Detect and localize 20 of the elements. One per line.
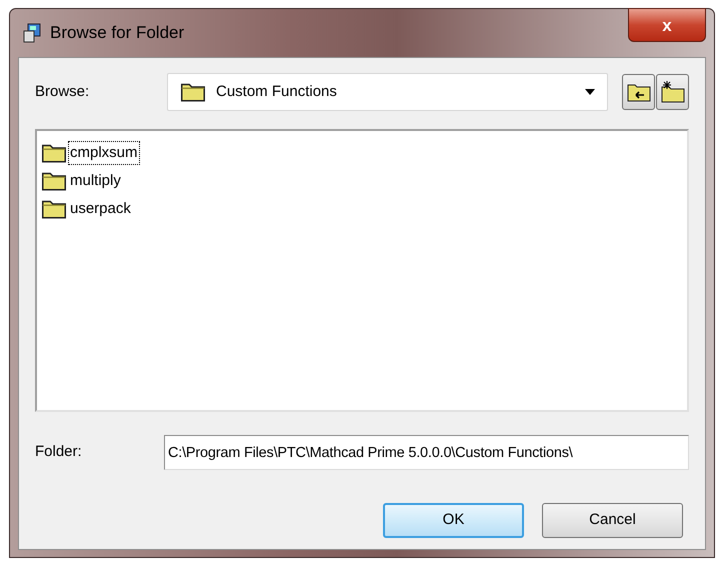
folder-item[interactable]: multiply <box>41 167 687 195</box>
folder-icon <box>41 143 67 163</box>
folder-icon <box>41 171 67 191</box>
folder-label: Folder: <box>35 442 83 462</box>
close-button[interactable]: x <box>628 8 706 42</box>
folder-field[interactable]: C:\Program Files\PTC\Mathcad Prime 5.0.0.0\Custom Functions\ <box>164 435 689 470</box>
folder-item[interactable]: cmplxsum <box>41 139 687 167</box>
cancel-button[interactable]: Cancel <box>542 503 683 538</box>
up-folder-icon <box>626 82 650 102</box>
up-folder-button[interactable] <box>622 74 655 110</box>
dropdown-arrow-icon <box>585 89 595 95</box>
browse-label: Browse: <box>35 82 90 102</box>
folder-icon <box>180 82 206 102</box>
new-folder-button[interactable] <box>656 74 689 110</box>
window-title: Browse for Folder <box>50 22 184 44</box>
browse-dropdown[interactable]: Custom Functions <box>167 73 608 111</box>
folder-item[interactable]: userpack <box>41 195 687 223</box>
ok-button[interactable]: OK <box>383 503 524 538</box>
new-folder-icon <box>660 81 684 103</box>
folder-icon <box>41 199 67 219</box>
